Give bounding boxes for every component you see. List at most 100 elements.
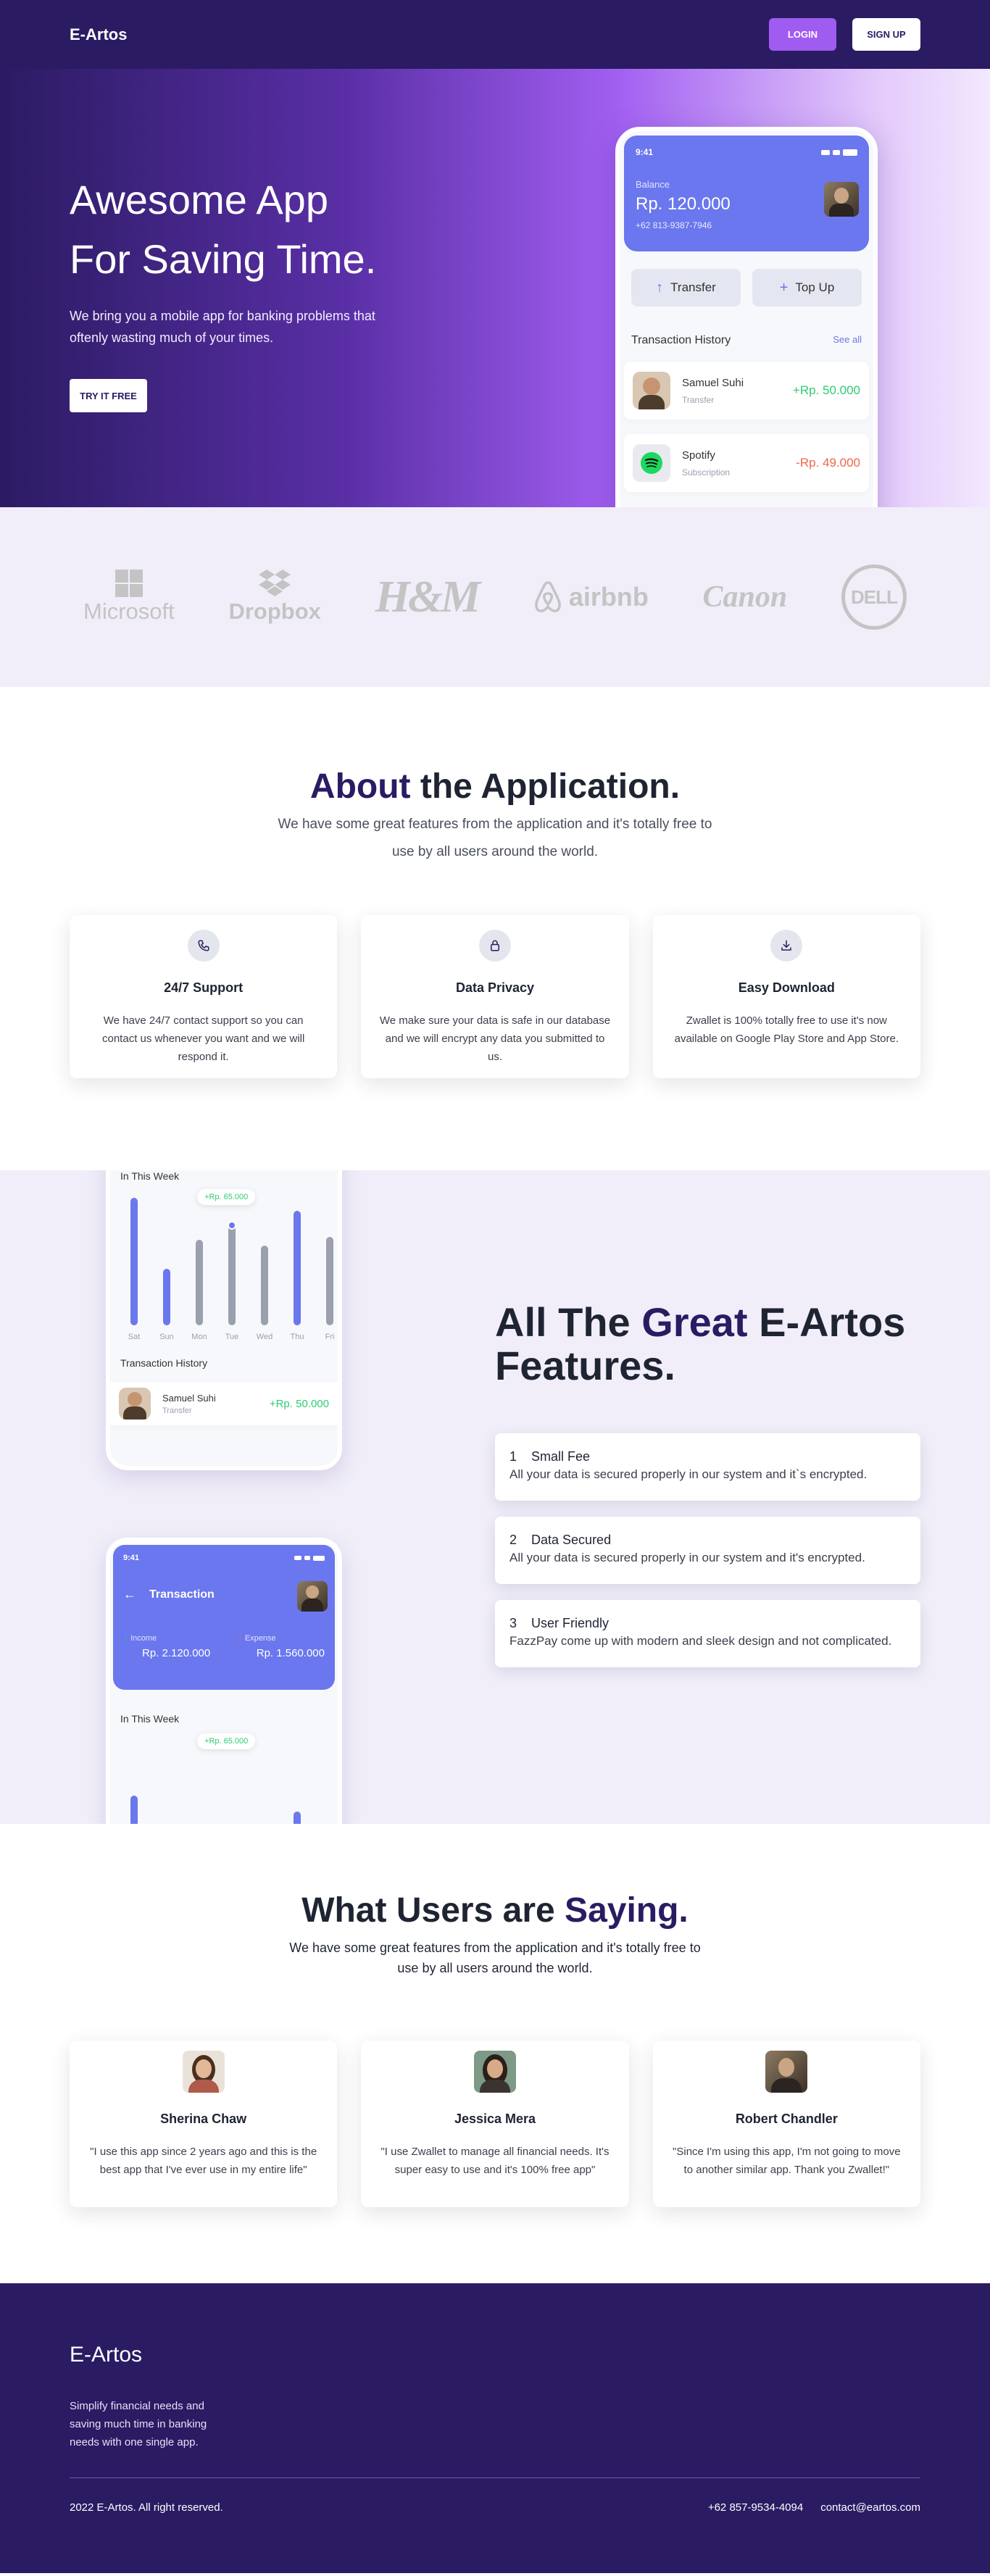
testimonial-card: Sherina Chaw "I use this app since 2 yea… bbox=[70, 2041, 338, 2207]
chart-bar bbox=[163, 1269, 170, 1325]
chart-title: In This Week bbox=[120, 1170, 180, 1182]
transaction-item[interactable]: Samuel Suhi Transfer +Rp. 50.000 bbox=[110, 1382, 338, 1425]
transaction-title: Transaction bbox=[149, 1588, 215, 1601]
chart-bar bbox=[130, 1198, 138, 1325]
spotify-icon bbox=[633, 444, 670, 482]
feature-item: 3 User Friendly FazzPay come up with mode… bbox=[495, 1600, 920, 1667]
tx-type: Subscription bbox=[682, 467, 731, 478]
about-title-highlight: About bbox=[309, 767, 411, 806]
footer-brand[interactable]: E-Artos bbox=[70, 2343, 142, 2367]
phone-icon bbox=[187, 930, 220, 962]
back-arrow-icon[interactable]: ← bbox=[123, 1587, 136, 1602]
hero-title: Awesome App For Saving Time. bbox=[70, 170, 432, 289]
topup-button[interactable]: + Top Up bbox=[752, 269, 862, 307]
transaction-item[interactable]: Samuel Suhi Transfer +Rp. 50.000 bbox=[624, 362, 869, 420]
chart-phone-mockup: In This Week +Rp. 65.000 Sat Sun Mon Tue Wed… bbox=[106, 1170, 342, 1470]
avatar bbox=[297, 1581, 328, 1612]
status-icons bbox=[821, 147, 857, 157]
card-title: Data Privacy bbox=[455, 980, 535, 995]
features-list: 1 Small Fee All your data is secured prop… bbox=[495, 1433, 920, 1683]
status-time: 9:41 bbox=[636, 147, 654, 157]
tx-amount: +Rp. 50.000 bbox=[792, 383, 860, 397]
chart-bar bbox=[326, 1237, 333, 1325]
see-all-link[interactable]: See all bbox=[833, 334, 862, 347]
tx-name: Samuel Suhi bbox=[682, 376, 744, 389]
features-title-b: E-Artos bbox=[747, 1299, 906, 1345]
dropbox-logo: Dropbox bbox=[228, 570, 321, 625]
footer-divider bbox=[70, 2477, 920, 2478]
chart-day-label: Tue bbox=[225, 1333, 239, 1341]
signup-button[interactable]: SIGN UP bbox=[852, 18, 920, 51]
tx-type: Transfer bbox=[162, 1406, 192, 1415]
expense-label: Expense bbox=[244, 1634, 276, 1643]
partner-logos: Microsoft Dropbox H&M airbnb Canon DELL bbox=[0, 507, 990, 687]
testimonials-section: What Users are Saying. We have some grea… bbox=[0, 1824, 990, 2283]
hero-section: Awesome App For Saving Time. We bring yo… bbox=[0, 69, 990, 507]
status-bar: 9:41 bbox=[636, 147, 857, 157]
about-title: About the Application. bbox=[0, 687, 990, 806]
feature-desc: FazzPay come up with modern and sleek de… bbox=[509, 1634, 892, 1648]
feature-item: 2 Data Secured All your data is secured p… bbox=[495, 1517, 920, 1584]
testimonials-title-highlight: Saying. bbox=[565, 1891, 689, 1930]
transfer-button[interactable]: ↑ Transfer bbox=[631, 269, 741, 307]
feature-desc: All your data is secured properly in our… bbox=[509, 1467, 868, 1481]
income-label: Income bbox=[130, 1634, 157, 1643]
hero-title-line2: For Saving Time. bbox=[70, 236, 377, 282]
tx-name: Samuel Suhi bbox=[162, 1392, 216, 1404]
history-title: Transaction History bbox=[631, 334, 731, 346]
card-text: We make sure your data is safe in our da… bbox=[379, 1014, 611, 1063]
features-title-a: All The bbox=[495, 1299, 642, 1345]
hm-logo: H&M bbox=[375, 572, 481, 623]
income-expense-row: ↓ Income Rp. 2.120.000 ↑ Expense Rp. 1.5… bbox=[123, 1631, 325, 1659]
footer-email[interactable]: contact@eartos.com bbox=[820, 2501, 920, 2514]
testimonial-card: Jessica Mera "I use Zwallet to manage al… bbox=[361, 2041, 629, 2207]
page: E-Artos LOGIN SIGN UP Awesome App For Sa… bbox=[0, 0, 990, 2573]
dropbox-wordmark: Dropbox bbox=[228, 599, 321, 624]
feature-item: 1 Small Fee All your data is secured prop… bbox=[495, 1433, 920, 1501]
chart-title: In This Week bbox=[120, 1713, 180, 1725]
testimonials-title: What Users are Saying. bbox=[0, 1824, 990, 1930]
hero-phone-mockup: 9:41 Balance Rp. 120.000 +62 813-9387-79… bbox=[615, 127, 878, 507]
avatar bbox=[473, 2051, 516, 2093]
chart-bar bbox=[261, 1246, 268, 1325]
avatar bbox=[119, 1388, 151, 1420]
transaction-phone-mockup: 9:41 ← Transaction ↓ Income Rp. 2.120.00… bbox=[106, 1538, 342, 1824]
testimonial-name: Robert Chandler bbox=[735, 2112, 838, 2126]
testimonials-title-a: What Users are bbox=[301, 1891, 565, 1930]
canon-wordmark: Canon bbox=[702, 580, 788, 614]
status-bar: 9:41 bbox=[123, 1554, 325, 1562]
copyright: 2022 E-Artos. All right reserved. bbox=[70, 2501, 223, 2514]
download-icon bbox=[770, 930, 803, 962]
about-subtitle: We have some great features from the app… bbox=[278, 817, 712, 859]
login-button[interactable]: LOGIN bbox=[769, 18, 836, 51]
feature-desc: All your data is secured properly in our… bbox=[509, 1551, 865, 1564]
chart-bar bbox=[294, 1812, 301, 1824]
testimonial-quote: "I use Zwallet to manage all financial n… bbox=[380, 2146, 610, 2176]
footer-contact: +62 857-9534-4094 contact@eartos.com bbox=[708, 2501, 920, 2514]
avatar bbox=[633, 372, 670, 409]
tx-type: Transfer bbox=[682, 394, 715, 405]
chart-day-label: Sat bbox=[128, 1333, 141, 1341]
chart-bar bbox=[130, 1796, 138, 1824]
card-text: Zwallet is 100% totally free to use it's… bbox=[674, 1014, 899, 1045]
weekly-bar-chart: +Rp. 65.000 bbox=[117, 1725, 330, 1824]
brand-logo[interactable]: E-Artos bbox=[70, 25, 127, 44]
about-cards: 24/7 Support We have 24/7 contact suppor… bbox=[0, 915, 990, 1078]
try-free-button[interactable]: TRY IT FREE bbox=[70, 379, 147, 412]
transaction-item[interactable]: Spotify Subscription -Rp. 49.000 bbox=[624, 434, 869, 492]
chart-bar bbox=[196, 1240, 203, 1325]
features-title: All The Great E-Artos Features. bbox=[495, 1301, 905, 1388]
lock-icon bbox=[478, 930, 511, 962]
income-amount: Rp. 2.120.000 bbox=[142, 1647, 211, 1659]
hm-wordmark: H&M bbox=[375, 572, 481, 622]
transfer-label: Transfer bbox=[670, 280, 716, 294]
hero-text: Awesome App For Saving Time. We bring yo… bbox=[70, 170, 432, 412]
footer-phone[interactable]: +62 857-9534-4094 bbox=[708, 2501, 803, 2514]
features-title-highlight: Great bbox=[641, 1299, 748, 1345]
feature-number: 2 bbox=[509, 1533, 517, 1547]
arrow-down-icon: ↓ bbox=[123, 1631, 128, 1643]
account-number: +62 813-9387-7946 bbox=[636, 220, 712, 230]
avatar bbox=[182, 2051, 225, 2093]
transaction-title-row: ← Transaction bbox=[123, 1587, 325, 1602]
testimonial-cards: Sherina Chaw "I use this app since 2 yea… bbox=[0, 2041, 990, 2207]
